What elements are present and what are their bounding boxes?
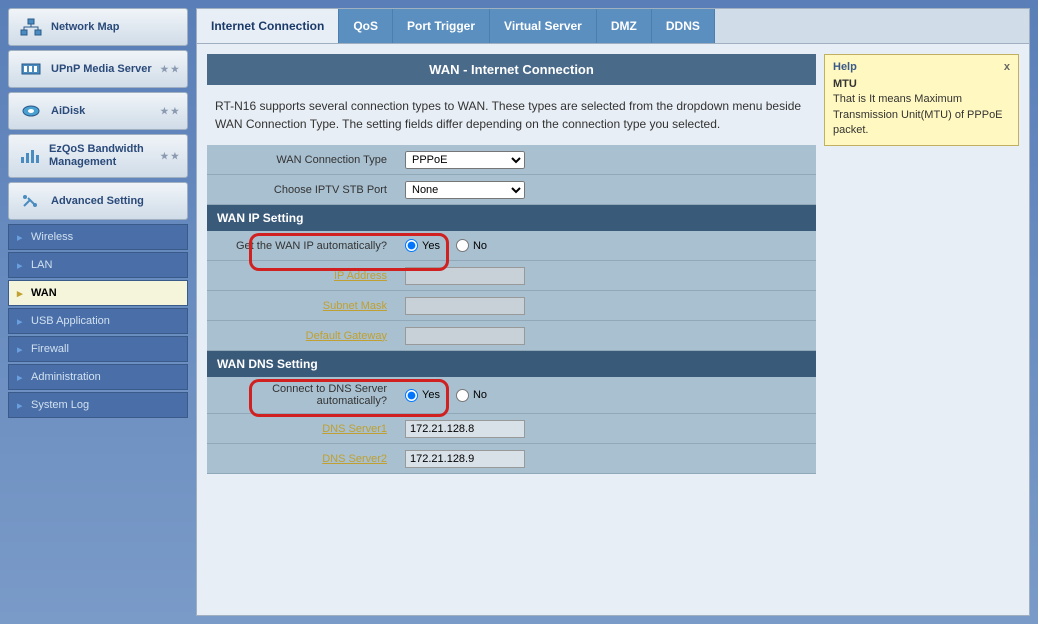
sub-item-usb[interactable]: USB Application	[8, 308, 188, 334]
input-dns1[interactable]	[405, 420, 525, 438]
sidebar-label: EzQoS Bandwidth Management	[49, 143, 177, 169]
input-dns2[interactable]	[405, 450, 525, 468]
sidebar-label: Network Map	[51, 21, 119, 33]
label-dns1[interactable]: DNS Server1	[207, 417, 397, 441]
select-iptv-port[interactable]: None	[405, 181, 525, 199]
label-default-gateway[interactable]: Default Gateway	[207, 324, 397, 348]
sub-item-wireless[interactable]: Wireless	[8, 224, 188, 250]
sidebar-item-ezqos[interactable]: EzQoS Bandwidth Management	[8, 134, 188, 178]
select-wan-conn-type[interactable]: PPPoE	[405, 151, 525, 169]
sidebar-label: Advanced Setting	[51, 195, 144, 207]
help-panel: Help x MTU That is It means Maximum Tran…	[824, 54, 1019, 146]
radio-dns-auto: Yes No	[405, 389, 487, 402]
input-default-gateway	[405, 327, 525, 345]
help-close-button[interactable]: x	[1004, 61, 1010, 73]
sidebar-item-advanced[interactable]: Advanced Setting	[8, 182, 188, 220]
tab-dmz[interactable]: DMZ	[597, 9, 652, 43]
tab-internet-connection[interactable]: Internet Connection	[197, 9, 339, 43]
qos-icon	[19, 146, 41, 166]
tools-icon	[19, 191, 43, 211]
label-iptv-port: Choose IPTV STB Port	[207, 178, 397, 202]
sidebar: Network Map UPnP Media Server AiDisk EzQ…	[8, 8, 188, 616]
sub-item-syslog[interactable]: System Log	[8, 392, 188, 418]
input-ip-address	[405, 267, 525, 285]
radio-wan-ip-yes[interactable]	[405, 239, 418, 252]
radio-wan-ip-no[interactable]	[456, 239, 469, 252]
network-icon	[19, 17, 43, 37]
help-title: Help	[833, 61, 857, 73]
label-wan-ip-auto: Get the WAN IP automatically?	[207, 234, 397, 258]
page-description: RT-N16 supports several connection types…	[207, 85, 816, 145]
tab-qos[interactable]: QoS	[339, 9, 393, 43]
help-heading: MTU	[833, 78, 857, 90]
section-wan-dns: WAN DNS Setting	[207, 351, 816, 377]
section-wan-ip: WAN IP Setting	[207, 205, 816, 231]
help-body-text: That is It means Maximum Transmission Un…	[833, 93, 1003, 136]
tab-port-trigger[interactable]: Port Trigger	[393, 9, 490, 43]
label-dns2[interactable]: DNS Server2	[207, 447, 397, 471]
tab-ddns[interactable]: DDNS	[652, 9, 715, 43]
tab-virtual-server[interactable]: Virtual Server	[490, 9, 597, 43]
sidebar-item-upnp[interactable]: UPnP Media Server	[8, 50, 188, 88]
sidebar-item-network-map[interactable]: Network Map	[8, 8, 188, 46]
sub-item-lan[interactable]: LAN	[8, 252, 188, 278]
tab-bar: Internet Connection QoS Port Trigger Vir…	[197, 9, 1029, 44]
sub-item-admin[interactable]: Administration	[8, 364, 188, 390]
label-ip-address[interactable]: IP Address	[207, 264, 397, 288]
radio-dns-yes[interactable]	[405, 389, 418, 402]
media-icon	[19, 59, 43, 79]
sub-item-firewall[interactable]: Firewall	[8, 336, 188, 362]
content-area: WAN - Internet Connection RT-N16 support…	[207, 54, 816, 605]
radio-wan-ip-auto: Yes No	[405, 239, 487, 252]
sidebar-label: UPnP Media Server	[51, 63, 152, 75]
sidebar-label: AiDisk	[51, 105, 85, 117]
label-dns-auto: Connect to DNS Server automatically?	[207, 377, 397, 413]
sidebar-item-aidisk[interactable]: AiDisk	[8, 92, 188, 130]
main-panel: Internet Connection QoS Port Trigger Vir…	[196, 8, 1030, 616]
sub-item-wan[interactable]: WAN	[8, 280, 188, 306]
input-subnet-mask	[405, 297, 525, 315]
disk-icon	[19, 101, 43, 121]
radio-dns-no[interactable]	[456, 389, 469, 402]
label-wan-conn-type: WAN Connection Type	[207, 148, 397, 172]
label-subnet-mask[interactable]: Subnet Mask	[207, 294, 397, 318]
sidebar-sublist: Wireless LAN WAN USB Application Firewal…	[8, 224, 188, 418]
page-title: WAN - Internet Connection	[207, 54, 816, 85]
